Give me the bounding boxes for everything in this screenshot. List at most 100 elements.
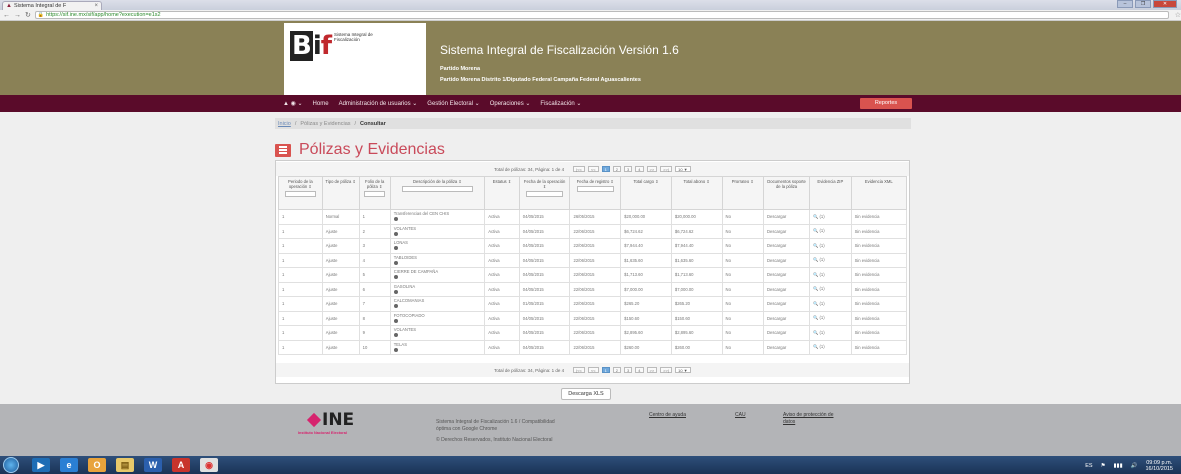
cell-evidencia-zip[interactable]: 🔍 (1) bbox=[809, 223, 852, 239]
info-dot-icon[interactable] bbox=[393, 347, 398, 352]
cell-evidencia-zip[interactable]: 🔍 (1) bbox=[809, 325, 852, 341]
col-periodo[interactable]: Periodo de la operación ⇕ bbox=[278, 176, 323, 210]
bookmark-star-icon[interactable]: ☆ bbox=[1175, 11, 1181, 19]
table-row[interactable]: 1 Ajuste 6 GASOLINA Activa 04/05/2015 22/06/20… bbox=[278, 281, 908, 297]
pager-last-button[interactable]: >>| bbox=[660, 166, 672, 172]
table-row[interactable]: 1 Ajuste 3 LONAS Activa 04/05/2015 22/06/2015 $… bbox=[278, 238, 908, 254]
pager-prev-button[interactable]: << bbox=[587, 367, 599, 373]
browser-tab[interactable]: ▲ Sistema Integral de F × bbox=[2, 1, 102, 10]
info-dot-icon[interactable] bbox=[393, 318, 398, 323]
rows-per-page-select[interactable]: 10 ▼ bbox=[674, 367, 691, 373]
footer-link-privacy[interactable]: Aviso de protección de bbox=[783, 412, 834, 418]
table-row[interactable]: 1 Ajuste 7 CALCOMANIAS Activa 01/05/2015 22/06… bbox=[278, 296, 908, 312]
language-indicator[interactable]: ES bbox=[1085, 463, 1092, 469]
table-row[interactable]: 1 Normal 1 Transferencias del CEN CHIS Activ… bbox=[278, 209, 908, 225]
rows-per-page-select[interactable]: 10 ▼ bbox=[674, 166, 691, 172]
col-prorrateo[interactable]: Prorrateo ⇕ bbox=[721, 176, 765, 210]
hamburger-menu-icon[interactable] bbox=[275, 143, 291, 157]
info-dot-icon[interactable] bbox=[393, 231, 398, 236]
maximize-button[interactable]: ❐ bbox=[1135, 0, 1151, 8]
cell-evidencia-zip[interactable]: 🔍 (1) bbox=[809, 267, 852, 283]
table-row[interactable]: 1 Ajuste 4 TABLOIDES Activa 04/05/2015 22/06/2… bbox=[278, 252, 908, 268]
footer-link-privacy-2[interactable]: datos bbox=[783, 419, 795, 425]
info-dot-icon[interactable] bbox=[393, 289, 398, 294]
cell-evidencia-zip[interactable]: 🔍 (1) bbox=[809, 209, 852, 225]
sif-logo[interactable]: Bif Sistema Integral de Fiscalización bbox=[284, 23, 426, 95]
user-menu[interactable]: ▲ ◉ ⌄ bbox=[283, 100, 303, 107]
word-icon[interactable]: W bbox=[144, 458, 162, 472]
pager-next-button[interactable]: >> bbox=[646, 367, 658, 373]
nav-admin-usuarios[interactable]: Administración de usuarios ⌄ bbox=[339, 100, 418, 107]
col-descripcion[interactable]: Descripción de la póliza ⇕ bbox=[389, 176, 486, 210]
close-window-button[interactable]: ✕ bbox=[1153, 0, 1177, 8]
acrobat-icon[interactable]: A bbox=[172, 458, 190, 472]
chrome-icon[interactable]: ◉ bbox=[200, 458, 218, 472]
address-bar[interactable]: 🔒 https://sif.ine.mx/sif/app/home?execut… bbox=[34, 11, 1169, 19]
breadcrumb-section[interactable]: Pólizas y Evidencias bbox=[300, 121, 350, 127]
pager-prev-button[interactable]: << bbox=[587, 166, 599, 172]
info-dot-icon[interactable] bbox=[393, 275, 398, 279]
info-dot-icon[interactable] bbox=[393, 260, 398, 265]
pager-first-button[interactable]: |<< bbox=[573, 166, 585, 172]
flag-icon[interactable]: ⚑ bbox=[1101, 463, 1106, 469]
cell-documentos[interactable]: Descargar bbox=[763, 209, 811, 225]
breadcrumb-home[interactable]: Inicio bbox=[278, 121, 291, 127]
pager-page-button[interactable]: 3 bbox=[624, 166, 633, 172]
nav-operaciones[interactable]: Operaciones ⌄ bbox=[490, 100, 531, 107]
info-dot-icon[interactable] bbox=[393, 304, 398, 308]
footer-link-help[interactable]: Centro de ayuda bbox=[649, 412, 686, 418]
pager-next-button[interactable]: >> bbox=[646, 166, 658, 172]
table-row[interactable]: 1 Ajuste 5 CIERRE DE CAMPAÑA Activa 04/05/201… bbox=[278, 267, 908, 283]
footer-link-cau[interactable]: CAU bbox=[735, 412, 746, 418]
clock[interactable]: 09:09 p.m. 16/10/2015 bbox=[1145, 460, 1173, 472]
forward-arrow-icon[interactable]: → bbox=[14, 12, 21, 19]
pager-last-button[interactable]: >>| bbox=[660, 367, 672, 373]
cell-documentos[interactable]: Descargar bbox=[763, 296, 811, 312]
cell-evidencia-zip[interactable]: 🔍 (1) bbox=[809, 238, 852, 254]
cell-documentos[interactable]: Descargar bbox=[763, 325, 811, 341]
file-explorer-icon[interactable]: ▤ bbox=[116, 458, 134, 472]
col-total-abono[interactable]: Total abono ⇕ bbox=[670, 176, 723, 210]
info-dot-icon[interactable] bbox=[393, 246, 398, 250]
col-folio[interactable]: Folio de la póliza ⇕ bbox=[358, 176, 391, 210]
volume-icon[interactable]: 🔊 bbox=[1131, 463, 1138, 469]
cell-evidencia-zip[interactable]: 🔍 (1) bbox=[809, 339, 852, 355]
info-dot-icon[interactable] bbox=[393, 333, 398, 337]
pager-page-button[interactable]: 2 bbox=[612, 166, 622, 172]
reload-icon[interactable]: ↻ bbox=[25, 11, 31, 19]
pager-page-button[interactable]: 4 bbox=[635, 367, 644, 373]
table-row[interactable]: 1 Ajuste 9 VOLANTES Activa 04/05/2015 22/06/20… bbox=[278, 325, 908, 341]
cell-documentos[interactable]: Descargar bbox=[763, 252, 811, 268]
pager-page-button[interactable]: 1 bbox=[601, 166, 610, 172]
col-tipo[interactable]: Tipo de póliza ⇕ bbox=[321, 176, 360, 210]
col-fecha-operacion[interactable]: Fecha de la operación ⇕ bbox=[518, 176, 571, 210]
network-icon[interactable]: ▮▮▮ bbox=[1114, 463, 1123, 469]
pager-page-button[interactable]: 4 bbox=[635, 166, 644, 172]
cell-evidencia-zip[interactable]: 🔍 (1) bbox=[809, 310, 852, 326]
internet-explorer-icon[interactable]: e bbox=[60, 458, 78, 472]
cell-evidencia-zip[interactable]: 🔍 (1) bbox=[809, 296, 852, 312]
nav-home[interactable]: Home bbox=[313, 101, 329, 107]
col-total-cargo[interactable]: Total cargo ⇕ bbox=[620, 176, 672, 210]
filter-input[interactable] bbox=[364, 191, 386, 197]
filter-input[interactable] bbox=[526, 191, 563, 197]
cell-evidencia-zip[interactable]: 🔍 (1) bbox=[809, 252, 852, 268]
cell-documentos[interactable]: Descargar bbox=[763, 223, 811, 239]
office-icon[interactable]: O bbox=[88, 458, 106, 472]
cell-documentos[interactable]: Descargar bbox=[763, 310, 811, 326]
reportes-button[interactable]: Reportes bbox=[860, 98, 912, 109]
col-estatus[interactable]: Estatus ⇕ bbox=[484, 176, 520, 210]
pager-page-button[interactable]: 1 bbox=[601, 367, 610, 373]
cell-documentos[interactable]: Descargar bbox=[763, 267, 811, 283]
pager-page-button[interactable]: 3 bbox=[624, 367, 633, 373]
info-dot-icon[interactable] bbox=[393, 217, 398, 221]
table-row[interactable]: 1 Ajuste 8 FOTOCOPIADO Activa 04/05/2015 22/06… bbox=[278, 310, 908, 326]
filter-input[interactable] bbox=[284, 191, 316, 197]
table-row[interactable]: 1 Ajuste 2 VOLANTES Activa 04/05/2015 22/06/20… bbox=[278, 223, 908, 239]
nav-gestion-electoral[interactable]: Gestión Electoral ⌄ bbox=[427, 100, 479, 107]
table-row[interactable]: 1 Ajuste 10 TELAS Activa 04/05/2015 22/06/2015… bbox=[278, 339, 908, 355]
back-arrow-icon[interactable]: ← bbox=[3, 12, 10, 19]
descarga-xls-button[interactable]: Descarga XLS bbox=[561, 388, 611, 400]
cell-documentos[interactable]: Descargar bbox=[763, 339, 811, 355]
filter-input[interactable] bbox=[577, 186, 614, 192]
